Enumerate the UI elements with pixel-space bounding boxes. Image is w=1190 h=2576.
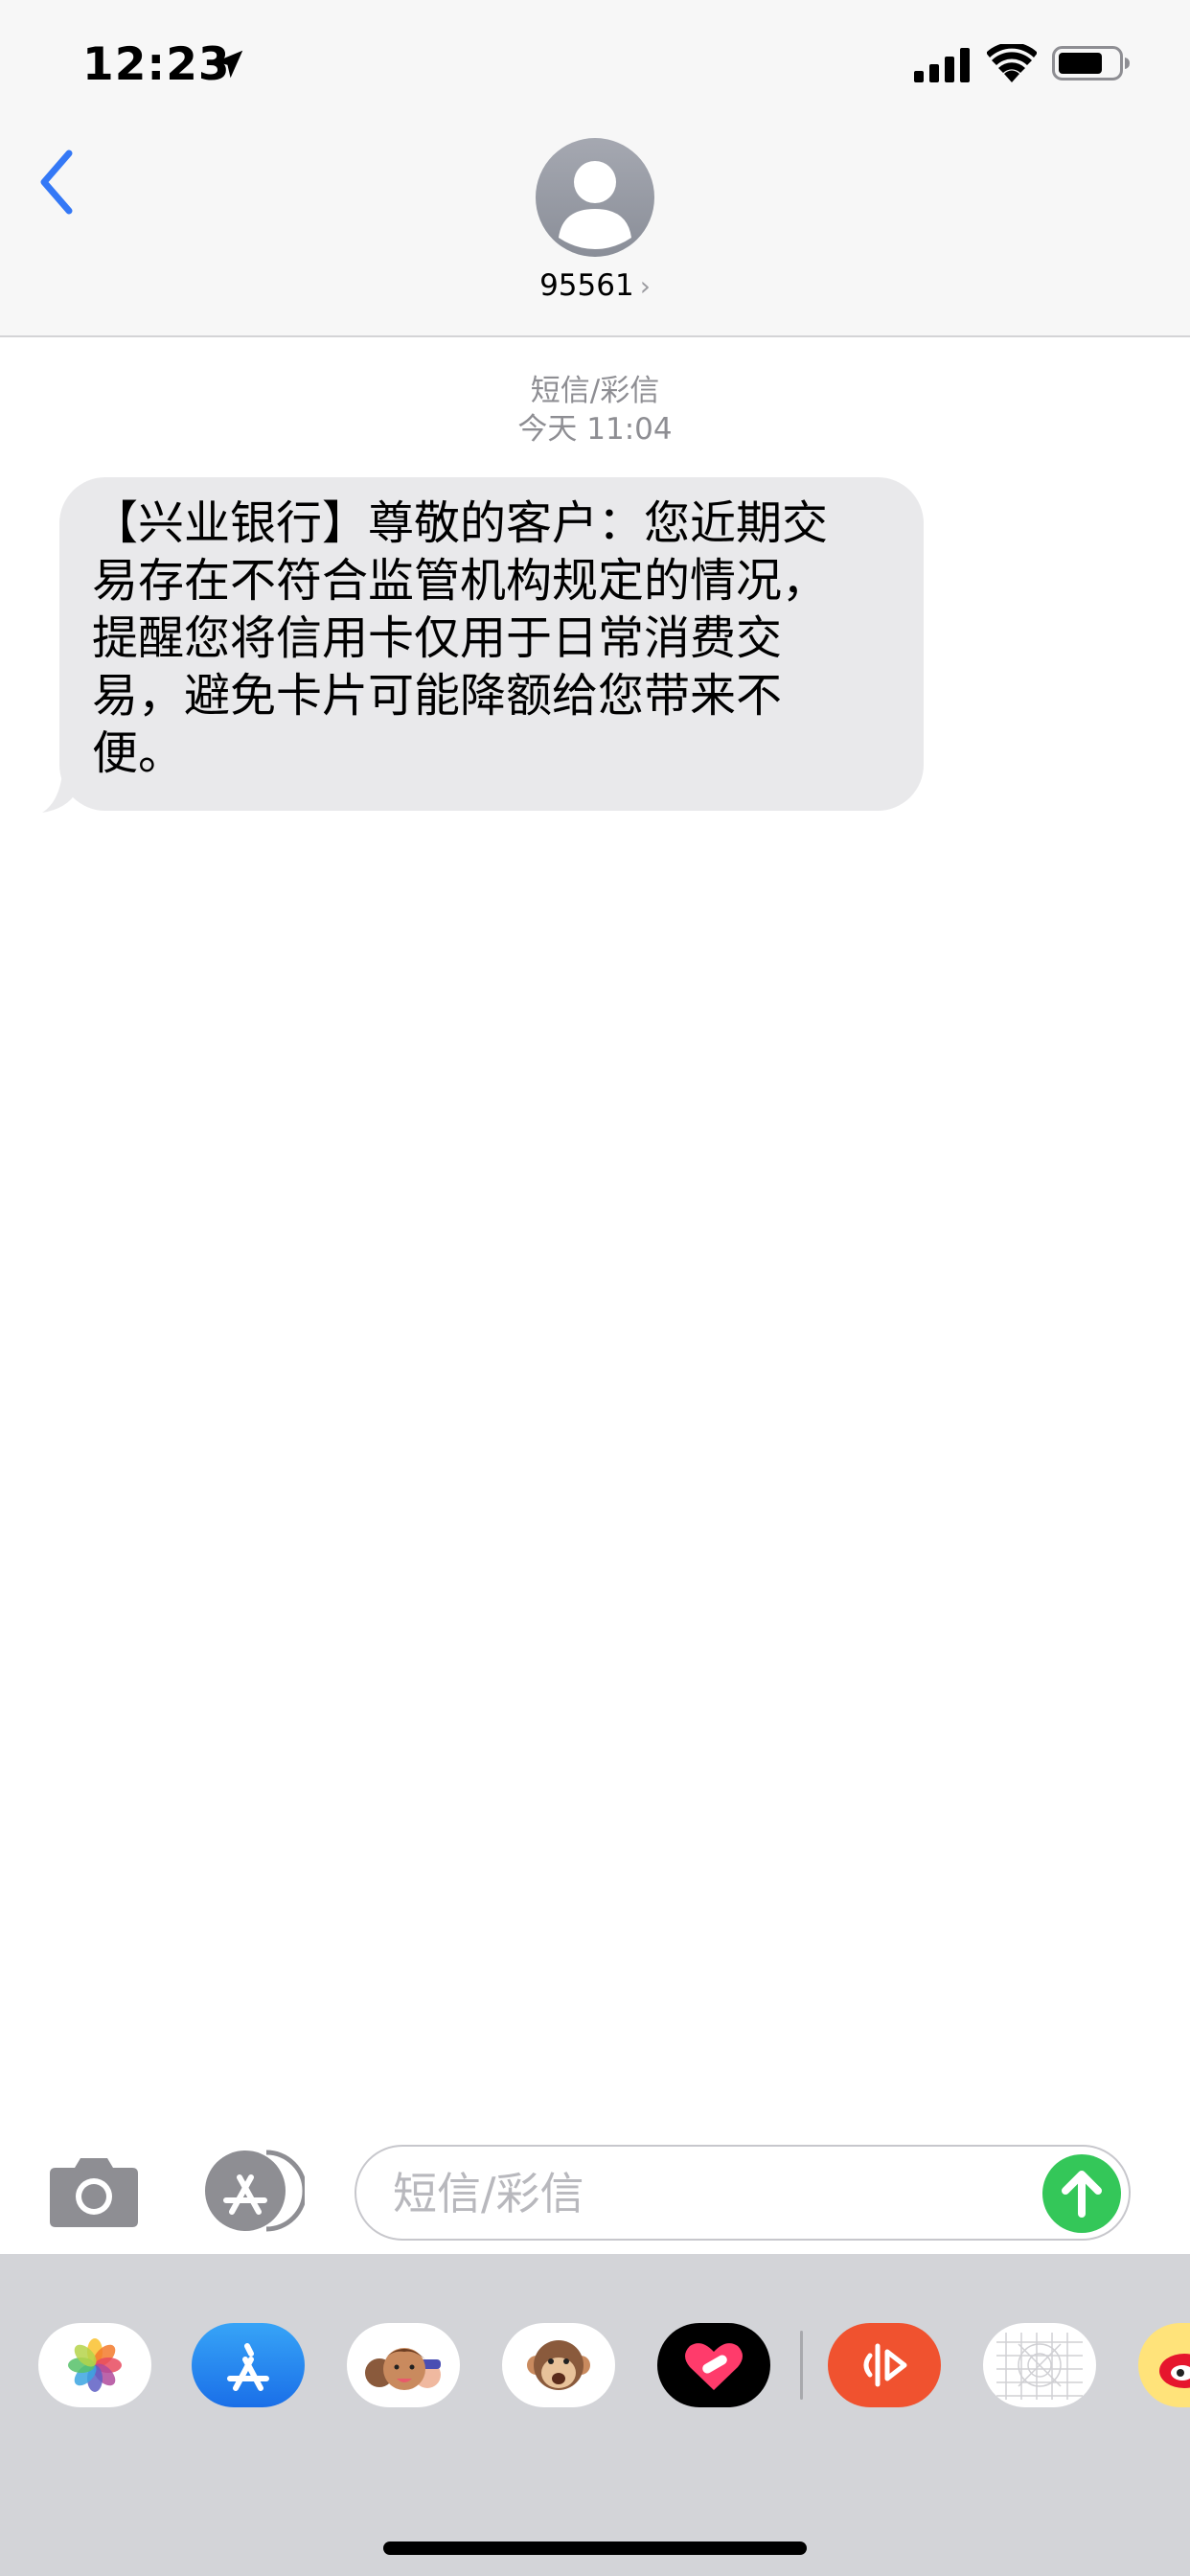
drawer-divider <box>800 2331 803 2400</box>
animoji-app-icon[interactable] <box>502 2323 615 2407</box>
app-store-button[interactable] <box>197 2149 308 2233</box>
home-indicator[interactable] <box>383 2542 807 2555</box>
person-silhouette-icon <box>559 161 631 249</box>
signal-icon <box>914 48 970 82</box>
incoming-message[interactable]: 【兴业银行】尊敬的客户：您近期交 易存在不符合监管机构规定的情况， 提醒您将信用… <box>38 477 939 822</box>
status-bar: 12:23 <box>0 0 1190 125</box>
music-app-icon[interactable] <box>828 2323 941 2407</box>
message-thread: 短信/彩信 今天 11:04 【兴业银行】尊敬的客户：您近期交 易存在不符合监管… <box>0 337 1190 2139</box>
chevron-right-icon: › <box>639 270 651 302</box>
stickers-grid-app-icon[interactable] <box>983 2323 1096 2407</box>
photos-app-icon[interactable] <box>38 2323 151 2407</box>
camera-icon <box>50 2158 138 2227</box>
contact-name: 95561 <box>539 268 634 303</box>
app-store-icon <box>205 2150 308 2232</box>
camera-button[interactable] <box>46 2154 142 2231</box>
imessage-app-drawer <box>0 2254 1190 2576</box>
app-strip <box>0 2323 1190 2457</box>
chevron-left-icon <box>40 150 73 215</box>
message-input[interactable] <box>391 2147 1046 2241</box>
thread-meta: 短信/彩信 今天 11:04 <box>0 372 1190 448</box>
memoji-app-icon[interactable] <box>347 2323 460 2407</box>
location-arrow-icon <box>215 50 243 79</box>
contact-info-button[interactable]: 95561 › <box>479 134 711 326</box>
wifi-icon <box>987 44 1037 82</box>
app-store-app-icon[interactable] <box>192 2323 305 2407</box>
back-button[interactable] <box>29 144 86 220</box>
service-label: 短信/彩信 <box>530 374 660 408</box>
messages-screen: 12:23 95561 › 短信/彩信 今天 11:04 【兴业银行】尊敬的客户… <box>0 0 1190 2576</box>
message-input-field[interactable] <box>355 2145 1131 2241</box>
message-bubble: 【兴业银行】尊敬的客户：您近期交 易存在不符合监管机构规定的情况， 提醒您将信用… <box>59 477 924 811</box>
weibo-app-icon[interactable] <box>1138 2323 1190 2407</box>
conversation-header: 12:23 95561 › <box>0 0 1190 337</box>
status-time: 12:23 <box>82 38 231 91</box>
message-timestamp: 今天 11:04 <box>517 412 673 447</box>
digital-touch-app-icon[interactable] <box>657 2323 770 2407</box>
contact-name-row: 95561 › <box>479 268 711 310</box>
send-arrow-icon <box>1062 2171 1102 2218</box>
battery-icon <box>1052 46 1130 80</box>
send-button[interactable] <box>1042 2154 1121 2233</box>
compose-bar <box>0 2128 1190 2252</box>
avatar <box>536 138 654 257</box>
